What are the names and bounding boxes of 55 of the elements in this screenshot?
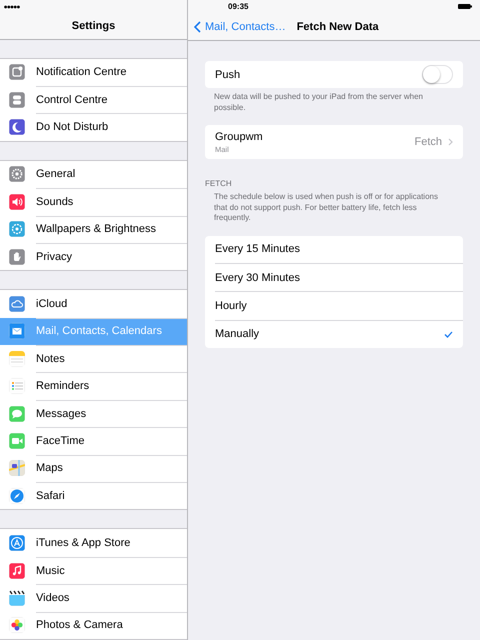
hand-icon [9,248,25,265]
status-time: 09:35 [228,2,248,11]
section-header: FETCH [205,179,233,188]
sidebar-item[interactable]: iCloud [0,290,187,318]
notepad-icon [9,350,25,367]
sidebar-item[interactable]: Videos [0,584,187,612]
music-note-icon [9,562,25,579]
sidebar-item[interactable]: Control Centre [0,86,187,114]
page-title: Fetch New Data [296,20,379,32]
moon-icon [9,119,25,136]
account-name: Groupwm [215,130,263,142]
sidebar-item[interactable]: Music [0,556,187,584]
sidebar-item[interactable]: Photos & Camera [0,612,187,639]
envelope-icon [9,323,25,340]
fetch-option[interactable]: Every 30 Minutes [215,262,463,292]
gear-icon [9,166,25,182]
list-icon [9,378,25,394]
cloud-icon [9,296,25,312]
push-toggle[interactable] [422,65,453,84]
back-button[interactable]: Mail, Contacts… [194,20,286,32]
fetch-note: The schedule below is used when push is off or for applications that do not support push. For better battery life, fetch less frequently. [214,192,439,224]
video-camera-icon [9,432,25,449]
sidebar-item[interactable]: Notification Centre [0,58,187,86]
speech-bubble-icon [9,406,25,422]
account-value: Fetch [414,136,442,148]
sidebar-item[interactable]: Wallpapers & Brightness [0,216,187,243]
sidebar-item[interactable]: Notes [0,345,187,372]
sidebar-item[interactable]: Sounds [0,188,187,216]
chevron-left-icon [194,20,201,32]
clapperboard-icon [9,590,25,606]
battery-icon [458,4,472,9]
sidebar-item[interactable]: Reminders [0,372,187,400]
fetch-option[interactable]: Every 15 Minutes [205,236,463,263]
sidebar-item[interactable]: iTunes & App Store [0,529,187,557]
fetch-option[interactable]: Hourly [215,291,463,320]
signal-icon [4,4,20,8]
sidebar-item[interactable]: Safari [0,482,187,510]
petals-icon [9,617,25,634]
circle-a-icon [9,535,25,552]
sidebar-item[interactable]: Privacy [0,242,187,270]
chevron-right-icon [448,138,453,146]
sidebar-item[interactable]: Do Not Disturb [0,113,187,141]
sidebar-item[interactable]: General [0,160,187,188]
sidebar-title: Settings [72,20,116,32]
switches-icon [9,92,25,108]
sidebar-item[interactable]: Maps [0,454,187,482]
sidebar-item[interactable]: Messages [0,400,187,428]
sidebar-item[interactable]: FaceTime [0,427,187,455]
push-footer: New data will be pushed to your iPad from the server when possible. [214,92,445,113]
map-icon [9,460,25,476]
speaker-icon [9,194,25,210]
push-label: Push [215,68,240,80]
flower-icon [9,221,25,238]
fetch-option[interactable]: Manually [215,320,463,348]
compass-icon [9,488,25,504]
